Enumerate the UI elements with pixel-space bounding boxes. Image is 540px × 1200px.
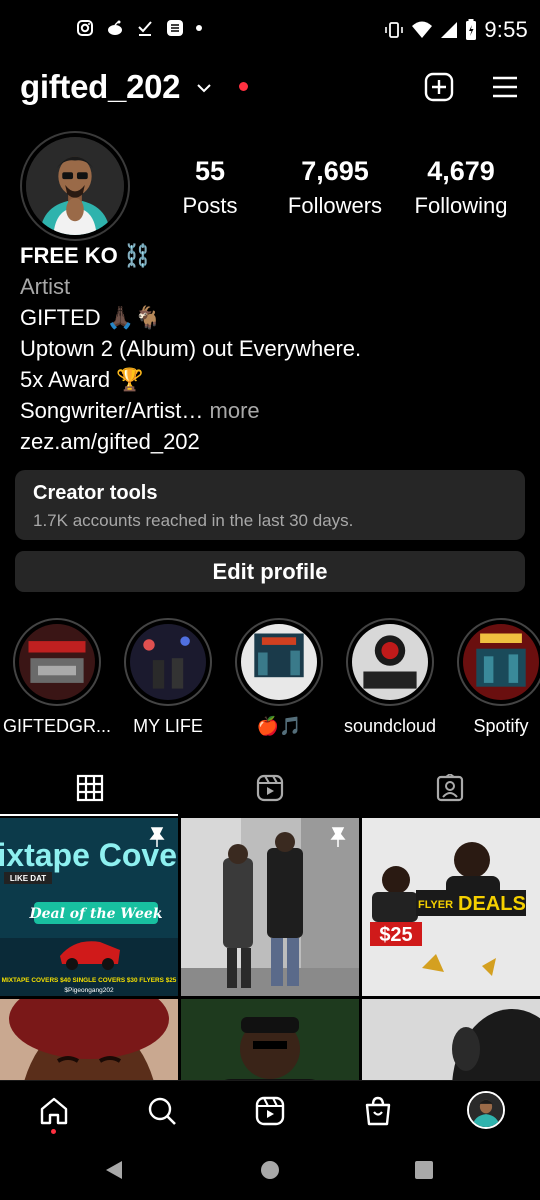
notification-dot (239, 82, 248, 91)
post-image (181, 999, 359, 1080)
avatar-thumbnail (469, 1093, 503, 1127)
mixtape-badge: LIKE DAT (10, 874, 46, 883)
posts-grid: Mixtape Covers LIKE DAT Deal of the Week… (0, 818, 540, 1080)
category-label: Artist (20, 274, 71, 299)
profile-header: gifted_202 (20, 62, 520, 112)
creator-tools-card[interactable]: Creator tools 1.7K accounts reached in t… (15, 470, 525, 540)
story-highlights: GIFTEDGR... MY LIFE 🍎🎵 soundcloud Spotif… (0, 618, 540, 738)
signal-icon (441, 22, 458, 38)
clock: 9:55 (484, 17, 528, 42)
grid-icon (76, 774, 104, 802)
followers-label: Followers (287, 193, 383, 218)
wifi-icon (412, 21, 433, 38)
reddit-icon (108, 20, 122, 35)
post-thumbnail[interactable]: FLYER DEALS $25 (362, 818, 540, 996)
reels-icon (256, 774, 284, 802)
mixtape-footer: MIXTAPE COVERS $40 SINGLE COVERS $30 FLY… (2, 977, 177, 984)
highlight-label: Spotify (473, 716, 529, 736)
highlight-label: soundcloud (343, 716, 437, 736)
highlight-item[interactable]: soundcloud (334, 618, 446, 737)
flyer-label: FLYER (418, 899, 453, 911)
following-label: Following (414, 193, 508, 218)
back-icon[interactable] (104, 1160, 124, 1180)
dot-icon (196, 25, 202, 31)
profile-avatar[interactable] (467, 1091, 505, 1129)
posts-count: 55 (194, 156, 226, 186)
mixtape-banner: Deal of the Week (28, 906, 162, 922)
post-image (0, 999, 178, 1080)
avatar-illustration (26, 137, 124, 235)
bio-truncated-text: Songwriter/Artist… (20, 398, 204, 423)
reels-icon[interactable] (255, 1096, 285, 1126)
menu-icon[interactable] (490, 72, 520, 102)
deals-label: DEALS (458, 893, 526, 915)
bio-line: GIFTED 🙏🏿🐐 (20, 305, 162, 330)
post-thumbnail[interactable] (181, 999, 359, 1080)
highlight-cover (241, 624, 317, 700)
tab-grid[interactable] (0, 760, 180, 816)
post-thumbnail[interactable] (362, 999, 540, 1080)
bio-line: 5x Award 🏆 (20, 367, 144, 392)
profile-avatar[interactable] (20, 131, 130, 241)
home-icon[interactable] (39, 1096, 69, 1126)
bottom-navigation (0, 1080, 540, 1140)
tab-reels[interactable] (180, 760, 360, 816)
highlight-label: MY LIFE (133, 716, 203, 736)
highlight-item[interactable]: GIFTEDGR... (1, 618, 113, 737)
following-count: 4,679 (427, 156, 495, 186)
highlight-label: 🍎🎵 (256, 716, 302, 736)
shop-icon[interactable] (363, 1096, 393, 1126)
stat-posts[interactable]: 55 Posts (160, 156, 260, 219)
instagram-icon (77, 20, 93, 36)
username-switcher[interactable]: gifted_202 (20, 68, 181, 106)
profile-tabs (0, 760, 540, 816)
highlight-label: GIFTEDGR... (3, 716, 111, 736)
bio-line: Uptown 2 (Album) out Everywhere. (20, 336, 362, 361)
pin-icon (149, 827, 165, 847)
creator-tools-title: Creator tools (33, 482, 158, 504)
stat-following[interactable]: 4,679 Following (406, 156, 516, 219)
home-active-dot (51, 1129, 56, 1134)
pin-icon (330, 827, 346, 847)
stat-followers[interactable]: 7,695 Followers (280, 156, 390, 219)
profile-link[interactable]: zez.am/gifted_202 (20, 426, 520, 457)
chevron-down-icon[interactable] (196, 82, 212, 94)
tab-tagged[interactable] (360, 760, 540, 816)
tagged-icon (436, 774, 464, 802)
highlight-cover (463, 624, 539, 700)
followers-count: 7,695 (301, 156, 369, 186)
flyer-price: $25 (379, 924, 412, 946)
post-thumbnail[interactable] (0, 999, 178, 1080)
highlight-cover (352, 624, 428, 700)
highlight-cover (130, 624, 206, 700)
battery-icon (466, 19, 477, 40)
post-thumbnail[interactable] (181, 818, 359, 996)
new-post-icon[interactable] (424, 72, 454, 102)
search-icon[interactable] (147, 1096, 177, 1126)
highlight-item[interactable]: Spotify (445, 618, 540, 737)
bio-line-truncated: Songwriter/Artist… more (20, 395, 520, 426)
profile-bio: FREE KO ⛓️ Artist GIFTED 🙏🏿🐐 Uptown 2 (A… (20, 240, 520, 457)
system-navigation (0, 1140, 540, 1200)
highlight-item[interactable]: MY LIFE (112, 618, 224, 737)
home-circle-icon[interactable] (260, 1160, 280, 1180)
highlight-cover (19, 624, 95, 700)
active-tab-indicator (0, 814, 178, 816)
display-name: FREE KO ⛓️ (20, 243, 152, 268)
posts-label: Posts (182, 193, 238, 218)
post-thumbnail[interactable]: Mixtape Covers LIKE DAT Deal of the Week… (0, 818, 178, 996)
recents-icon[interactable] (414, 1160, 434, 1180)
post-image (362, 999, 540, 1080)
edit-profile-button[interactable]: Edit profile (15, 551, 525, 592)
more-link[interactable]: more (210, 398, 260, 423)
download-done-icon (138, 21, 152, 36)
status-bar: 9:55 (0, 0, 540, 58)
vibrate-icon (385, 22, 404, 38)
app-icon (167, 20, 183, 36)
creator-tools-subtitle: 1.7K accounts reached in the last 30 day… (33, 511, 354, 530)
highlight-item[interactable]: 🍎🎵 (223, 618, 335, 737)
post-image: FLYER DEALS $25 (362, 818, 540, 996)
mixtape-handle: $Pigeongang202 (64, 987, 114, 994)
